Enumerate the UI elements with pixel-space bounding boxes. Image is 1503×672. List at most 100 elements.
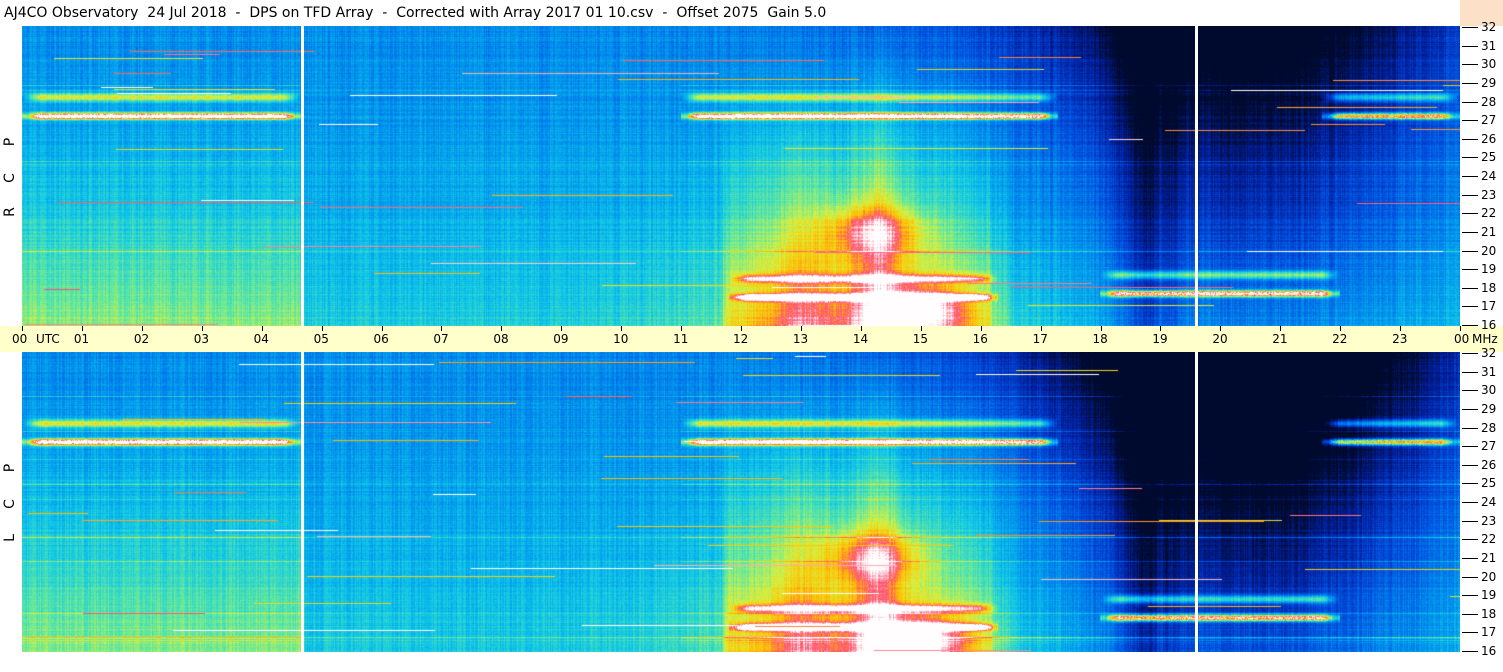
data-gap-line: [301, 352, 305, 652]
time-tick: [1220, 326, 1222, 331]
mhz-label: MHz: [1472, 332, 1498, 346]
freq-tick-label: 20: [1481, 569, 1497, 584]
freq-tick-label: 19: [1481, 262, 1497, 277]
freq-tick-label: 20: [1481, 243, 1497, 258]
time-tick: [441, 326, 443, 331]
freq-tick: [1462, 390, 1478, 392]
freq-tick-label: 26: [1481, 457, 1497, 472]
freq-tick-label: 30: [1481, 383, 1497, 398]
freq-tick: [1462, 595, 1478, 597]
freq-tick: [1462, 632, 1478, 634]
freq-tick-label: 19: [1481, 588, 1497, 603]
time-tick: [261, 326, 263, 331]
time-tick: [741, 326, 742, 331]
time-tick: [201, 326, 203, 331]
freq-tick-label: 22: [1481, 532, 1497, 547]
data-gap-line: [1195, 352, 1199, 652]
time-tick: [1100, 326, 1102, 331]
time-tick-label: 00: [1454, 332, 1470, 346]
freq-tick-label: 24: [1481, 169, 1497, 183]
freq-tick-label: 31: [1481, 364, 1497, 379]
freq-tick-label: 28: [1481, 94, 1497, 109]
freq-tick: [1462, 194, 1478, 196]
freq-tick: [1462, 138, 1478, 140]
lcp-label-strip: P C L: [0, 352, 22, 672]
rcp-letter-c: C: [2, 173, 18, 183]
time-tick: [800, 326, 802, 331]
freq-tick: [1462, 64, 1478, 66]
rcp-spectrogram: [22, 26, 1460, 326]
time-tick: [681, 326, 683, 331]
time-tick-label: 12: [733, 332, 749, 346]
time-tick-label: 09: [553, 332, 569, 346]
freq-tick: [1462, 651, 1478, 652]
time-tick-label: 23: [1392, 332, 1408, 346]
time-tick: [81, 326, 83, 331]
time-tick: [501, 326, 503, 331]
time-tick: [141, 326, 143, 331]
time-tick-label: 06: [373, 332, 389, 346]
freq-tick: [1462, 287, 1478, 289]
lcp-letter-c: C: [2, 499, 18, 509]
freq-tick-label: 21: [1481, 224, 1497, 239]
freq-tick-label: 18: [1481, 280, 1497, 295]
freq-tick-label: 32: [1481, 346, 1497, 360]
time-tick-label: 15: [912, 332, 929, 346]
data-gap-line: [301, 26, 305, 326]
time-tick: [980, 326, 982, 331]
freq-tick-label: 17: [1481, 299, 1497, 314]
time-tick-label: 02: [133, 332, 150, 346]
freq-tick-label: 27: [1481, 113, 1497, 128]
freq-tick: [1462, 353, 1478, 354]
freq-tick: [1462, 45, 1478, 47]
freq-tick-label: 23: [1481, 187, 1497, 202]
time-tick-label: 21: [1272, 332, 1288, 346]
time-tick-label: 10: [613, 332, 629, 346]
freq-tick: [1462, 176, 1478, 177]
freq-tick-label: 21: [1481, 550, 1497, 565]
freq-tick: [1462, 576, 1478, 578]
time-tick-label: 11: [673, 332, 689, 346]
time-tick-label: 03: [193, 332, 210, 346]
freq-tick: [1462, 520, 1478, 522]
freq-tick: [1462, 157, 1478, 159]
time-tick-label: 04: [253, 332, 269, 346]
time-tick: [621, 326, 623, 331]
freq-tick-label: 16: [1481, 318, 1497, 332]
time-tick-label: 07: [433, 332, 449, 346]
freq-tick-label: 29: [1481, 75, 1497, 90]
time-tick: [1460, 326, 1461, 331]
time-tick-label: 14: [852, 332, 869, 346]
freq-tick: [1462, 27, 1478, 28]
freq-tick: [1462, 539, 1478, 541]
freq-tick-label: 23: [1481, 513, 1497, 528]
freq-tick: [1462, 464, 1478, 466]
freq-tick: [1462, 231, 1478, 233]
time-tick: [1280, 326, 1282, 331]
lcp-spectrogram: [22, 352, 1460, 652]
time-tick-label: 18: [1092, 332, 1108, 346]
freq-tick-label: 25: [1481, 150, 1497, 165]
time-tick-label: 05: [313, 332, 329, 346]
freq-tick-label: 31: [1481, 38, 1497, 53]
time-tick-label: 01: [73, 332, 90, 346]
freq-tick: [1462, 120, 1478, 122]
time-tick-label: 08: [493, 332, 509, 346]
freq-tick-label: 22: [1481, 206, 1497, 221]
time-tick: [860, 326, 862, 331]
freq-tick: [1462, 427, 1478, 429]
chart-title: AJ4CO Observatory 24 Jul 2018 - DPS on T…: [0, 0, 1460, 26]
time-tick-label: 16: [972, 332, 988, 346]
utc-label: UTC: [36, 332, 60, 346]
freq-tick-label: 25: [1481, 476, 1497, 491]
time-tick-label: 13: [792, 332, 809, 346]
time-axis: 00 01 02 03 04 05 06 07 08 09 10 11 12 13 14 15 16 17 18 19…: [0, 326, 1503, 352]
rcp-letter-p: R: [2, 207, 18, 217]
time-tick: [1160, 326, 1162, 331]
freq-tick: [1462, 371, 1478, 373]
freq-tick: [1462, 408, 1478, 410]
freq-tick-label: 30: [1481, 57, 1497, 72]
freq-tick-label: 16: [1481, 644, 1497, 658]
time-tick: [22, 326, 23, 331]
time-tick-label: 17: [1032, 332, 1048, 346]
